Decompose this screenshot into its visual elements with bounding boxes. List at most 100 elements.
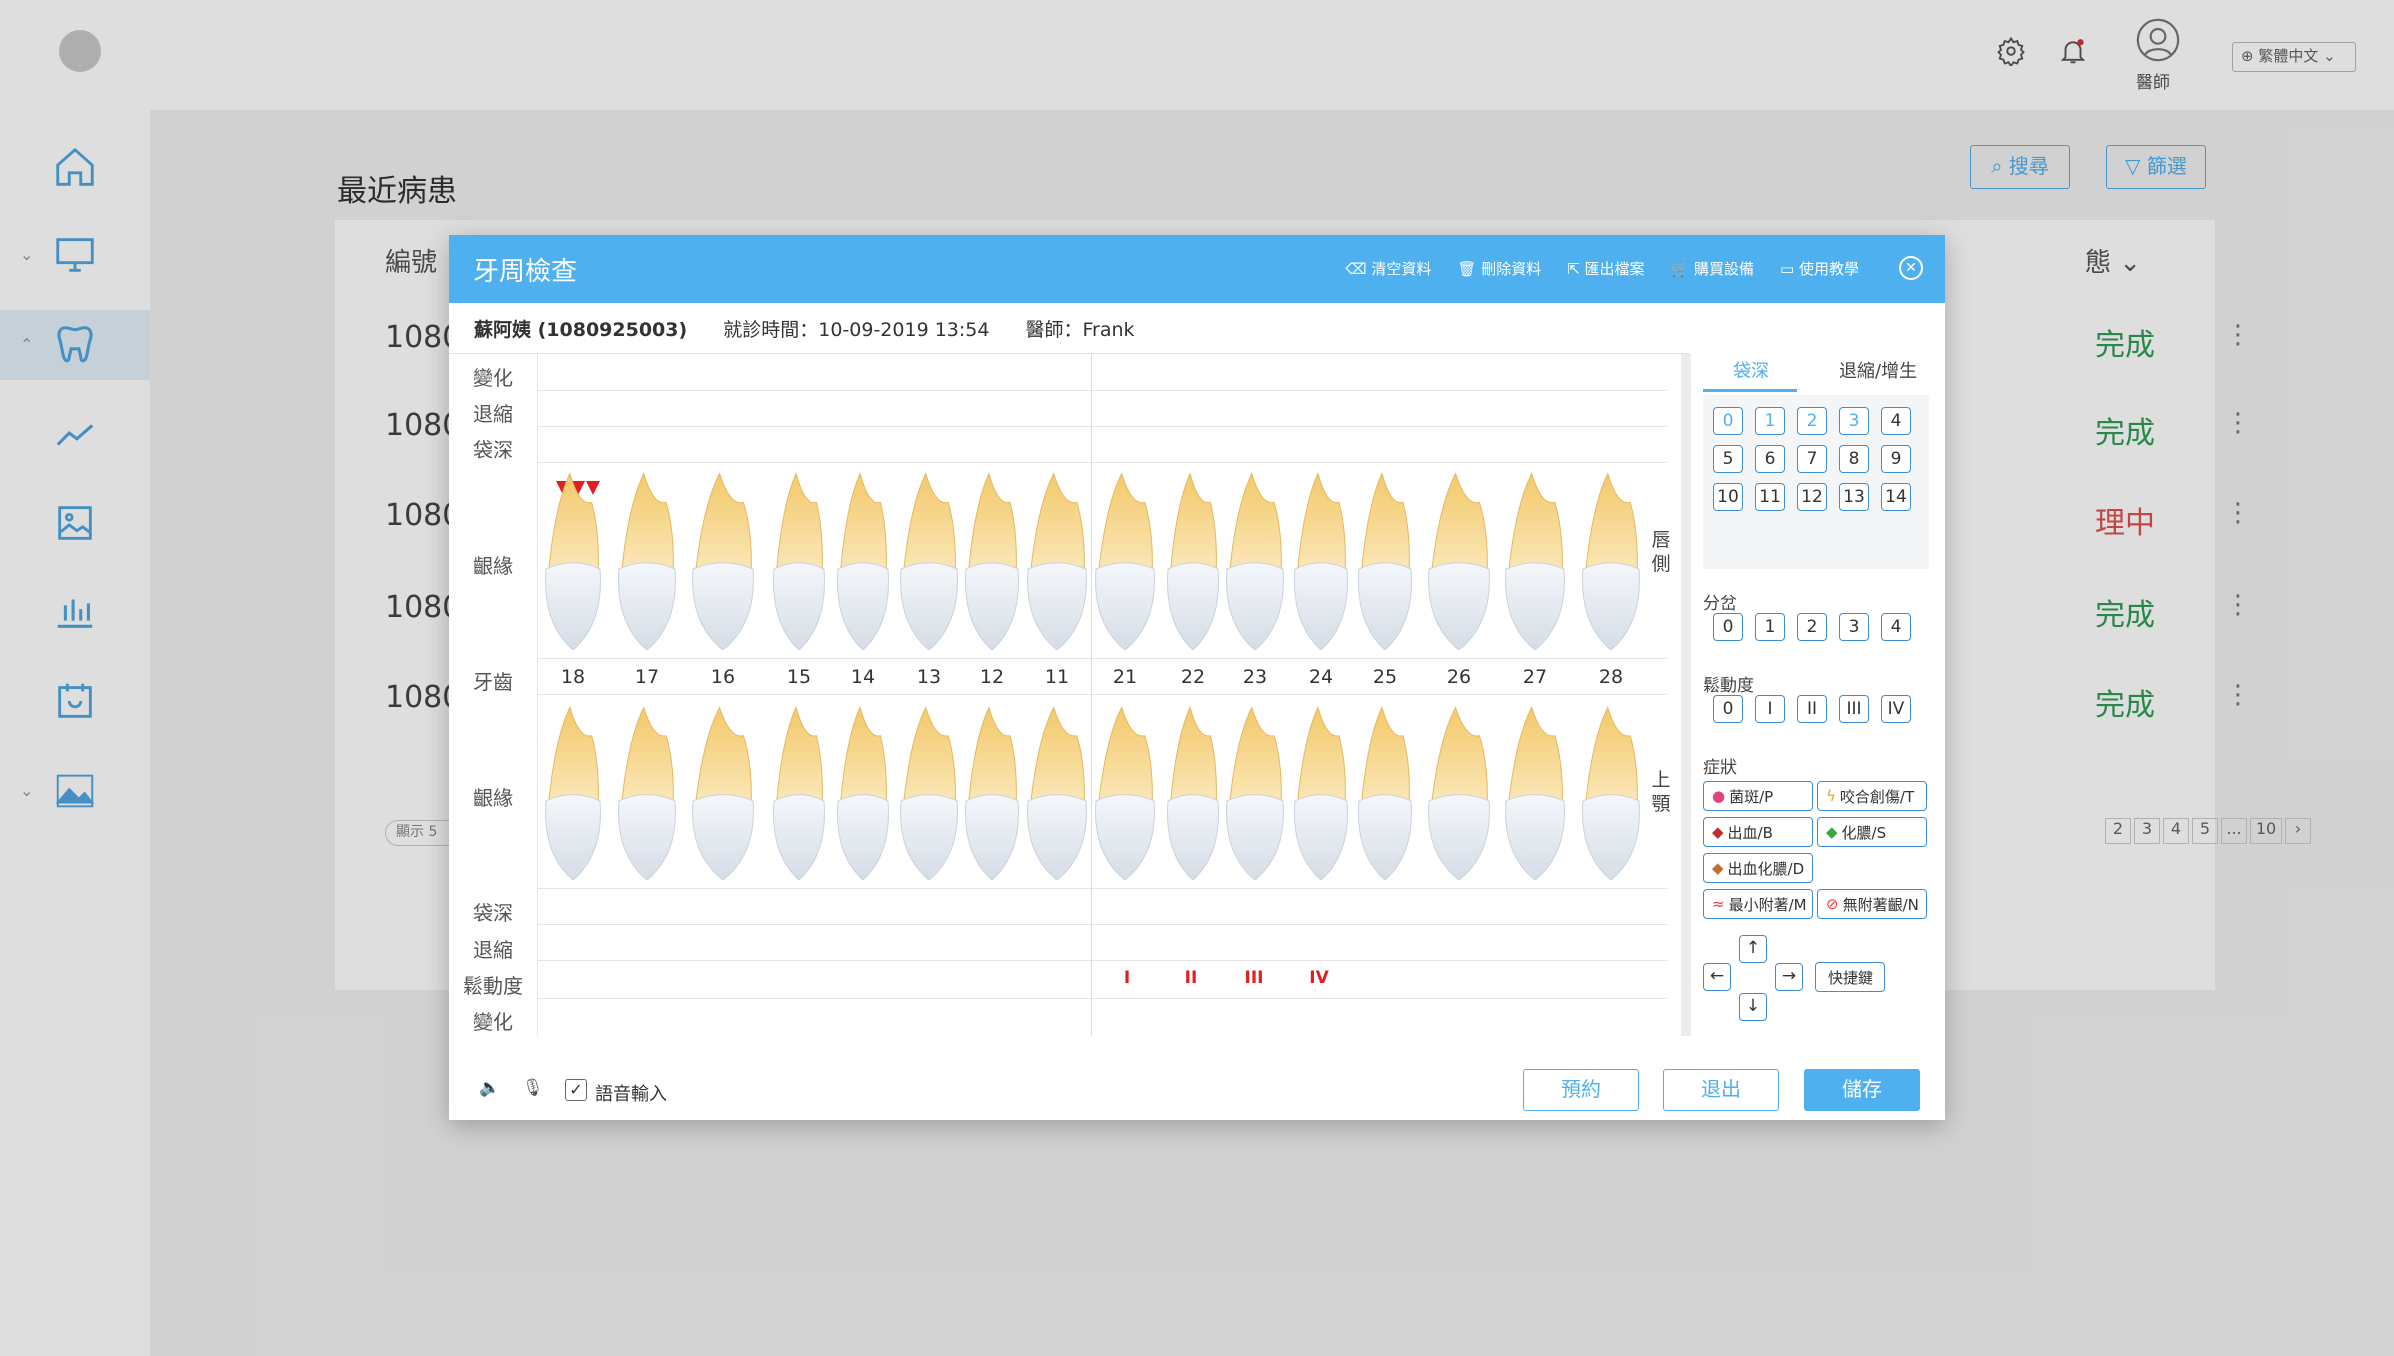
delete-data-button[interactable]: 🗑 刪除資料 <box>1457 258 1541 279</box>
tooth-26-labial[interactable] <box>1425 470 1493 650</box>
tooth-number-18[interactable]: 18 <box>551 666 595 688</box>
arrow-up-button[interactable]: ↑ <box>1739 935 1767 963</box>
buy-device-button[interactable]: 🛒 購買設備 <box>1671 258 1754 279</box>
tooth-27-lingual[interactable] <box>1502 704 1568 880</box>
save-button[interactable]: 儲存 <box>1804 1069 1920 1111</box>
tooth-13-lingual[interactable] <box>897 704 961 880</box>
tooth-18-labial[interactable] <box>542 470 604 650</box>
pocket-value-3[interactable]: 3 <box>1839 407 1869 435</box>
pocket-value-8[interactable]: 8 <box>1839 445 1869 473</box>
appointment-button[interactable]: 預約 <box>1523 1069 1639 1111</box>
tooth-number-12[interactable]: 12 <box>970 666 1014 688</box>
mobility-value-0[interactable]: 0 <box>1713 695 1743 723</box>
tooth-16-lingual[interactable] <box>689 704 757 880</box>
export-file-button[interactable]: ⇱ 匯出檔案 <box>1567 258 1644 279</box>
tooth-11-labial[interactable] <box>1024 470 1090 650</box>
pocket-value-0[interactable]: 0 <box>1713 407 1743 435</box>
tooth-16-labial[interactable] <box>689 470 757 650</box>
pocket-value-12[interactable]: 12 <box>1797 483 1827 511</box>
symptom-min-attachment-button[interactable]: ≈ 最小附著/M <box>1703 889 1813 919</box>
tooth-14-labial[interactable] <box>834 470 892 650</box>
microphone-icon[interactable]: 🎙 <box>522 1078 544 1098</box>
arrow-left-button[interactable]: ← <box>1703 963 1731 991</box>
mobility-value-II[interactable]: II <box>1797 695 1827 723</box>
voice-input-checkbox[interactable]: ✓ <box>565 1079 587 1101</box>
speaker-icon[interactable]: 🔈 <box>479 1078 500 1098</box>
symptom-bleed-suppuration-button[interactable]: ◆ 出血化膿/D <box>1703 853 1813 883</box>
tooth-number-21[interactable]: 21 <box>1103 666 1147 688</box>
pocket-value-14[interactable]: 14 <box>1881 483 1911 511</box>
pocket-value-13[interactable]: 13 <box>1839 483 1869 511</box>
tooth-12-labial[interactable] <box>962 470 1022 650</box>
arrow-down-button[interactable]: ↓ <box>1739 993 1767 1021</box>
tooth-number-16[interactable]: 16 <box>701 666 745 688</box>
tooth-17-labial[interactable] <box>615 470 679 650</box>
tab-recession[interactable]: 退縮/增生 <box>1839 357 1917 383</box>
tooth-25-labial[interactable] <box>1355 470 1415 650</box>
furcation-value-4[interactable]: 4 <box>1881 613 1911 641</box>
tooth-24-lingual[interactable] <box>1291 704 1351 880</box>
tooth-13-labial[interactable] <box>897 470 961 650</box>
clear-data-button[interactable]: ⌫ 清空資料 <box>1345 258 1431 279</box>
tooth-number-26[interactable]: 26 <box>1437 666 1481 688</box>
pocket-value-10[interactable]: 10 <box>1713 483 1743 511</box>
exit-button[interactable]: 退出 <box>1663 1069 1779 1111</box>
symptom-trauma-button[interactable]: ϟ 咬合創傷/T <box>1817 781 1927 811</box>
tooth-28-lingual[interactable] <box>1579 704 1643 880</box>
symptom-bleeding-button[interactable]: ◆ 出血/B <box>1703 817 1813 847</box>
tooth-number-14[interactable]: 14 <box>841 666 885 688</box>
mobility-value-IV[interactable]: IV <box>1881 695 1911 723</box>
mobility-value-III[interactable]: III <box>1839 695 1869 723</box>
tooth-17-lingual[interactable] <box>615 704 679 880</box>
symptom-plaque-button[interactable]: ● 菌斑/P <box>1703 781 1813 811</box>
close-icon[interactable]: ✕ <box>1899 256 1923 280</box>
tooth-number-27[interactable]: 27 <box>1513 666 1557 688</box>
tooth-28-labial[interactable] <box>1579 470 1643 650</box>
pocket-value-7[interactable]: 7 <box>1797 445 1827 473</box>
tooth-21-labial[interactable] <box>1092 470 1158 650</box>
tooth-27-labial[interactable] <box>1502 470 1568 650</box>
tooth-22-labial[interactable] <box>1164 470 1222 650</box>
tooth-23-lingual[interactable] <box>1223 704 1287 880</box>
tooth-number-15[interactable]: 15 <box>777 666 821 688</box>
tooth-24-labial[interactable] <box>1291 470 1351 650</box>
tooth-15-lingual[interactable] <box>770 704 828 880</box>
tooth-number-23[interactable]: 23 <box>1233 666 1277 688</box>
tab-pocket[interactable]: 袋深 <box>1733 357 1769 383</box>
mobility-value-I[interactable]: I <box>1755 695 1785 723</box>
tooth-11-lingual[interactable] <box>1024 704 1090 880</box>
pocket-value-2[interactable]: 2 <box>1797 407 1827 435</box>
tutorial-button[interactable]: ▭ 使用教學 <box>1780 258 1859 279</box>
tooth-12-lingual[interactable] <box>962 704 1022 880</box>
tooth-number-28[interactable]: 28 <box>1589 666 1633 688</box>
scrollbar[interactable] <box>1681 354 1691 1036</box>
furcation-value-0[interactable]: 0 <box>1713 613 1743 641</box>
shortcut-button[interactable]: 快捷鍵 <box>1815 962 1885 992</box>
tooth-14-lingual[interactable] <box>834 704 892 880</box>
tooth-number-25[interactable]: 25 <box>1363 666 1407 688</box>
tooth-number-22[interactable]: 22 <box>1171 666 1215 688</box>
pocket-value-6[interactable]: 6 <box>1755 445 1785 473</box>
tooth-number-13[interactable]: 13 <box>907 666 951 688</box>
pocket-value-4[interactable]: 4 <box>1881 407 1911 435</box>
tooth-21-lingual[interactable] <box>1092 704 1158 880</box>
tooth-23-labial[interactable] <box>1223 470 1287 650</box>
pocket-value-5[interactable]: 5 <box>1713 445 1743 473</box>
tooth-number-11[interactable]: 11 <box>1035 666 1079 688</box>
symptom-no-attachment-button[interactable]: ⊘ 無附著齦/N <box>1817 889 1927 919</box>
furcation-value-1[interactable]: 1 <box>1755 613 1785 641</box>
arrow-right-button[interactable]: → <box>1775 963 1803 991</box>
furcation-value-3[interactable]: 3 <box>1839 613 1869 641</box>
tooth-26-lingual[interactable] <box>1425 704 1493 880</box>
pocket-value-1[interactable]: 1 <box>1755 407 1785 435</box>
tooth-number-17[interactable]: 17 <box>625 666 669 688</box>
tooth-number-24[interactable]: 24 <box>1299 666 1343 688</box>
symptom-suppuration-button[interactable]: ◆ 化膿/S <box>1817 817 1927 847</box>
furcation-value-2[interactable]: 2 <box>1797 613 1827 641</box>
tooth-22-lingual[interactable] <box>1164 704 1222 880</box>
tooth-25-lingual[interactable] <box>1355 704 1415 880</box>
tooth-15-labial[interactable] <box>770 470 828 650</box>
tooth-18-lingual[interactable] <box>542 704 604 880</box>
pocket-value-11[interactable]: 11 <box>1755 483 1785 511</box>
pocket-value-9[interactable]: 9 <box>1881 445 1911 473</box>
